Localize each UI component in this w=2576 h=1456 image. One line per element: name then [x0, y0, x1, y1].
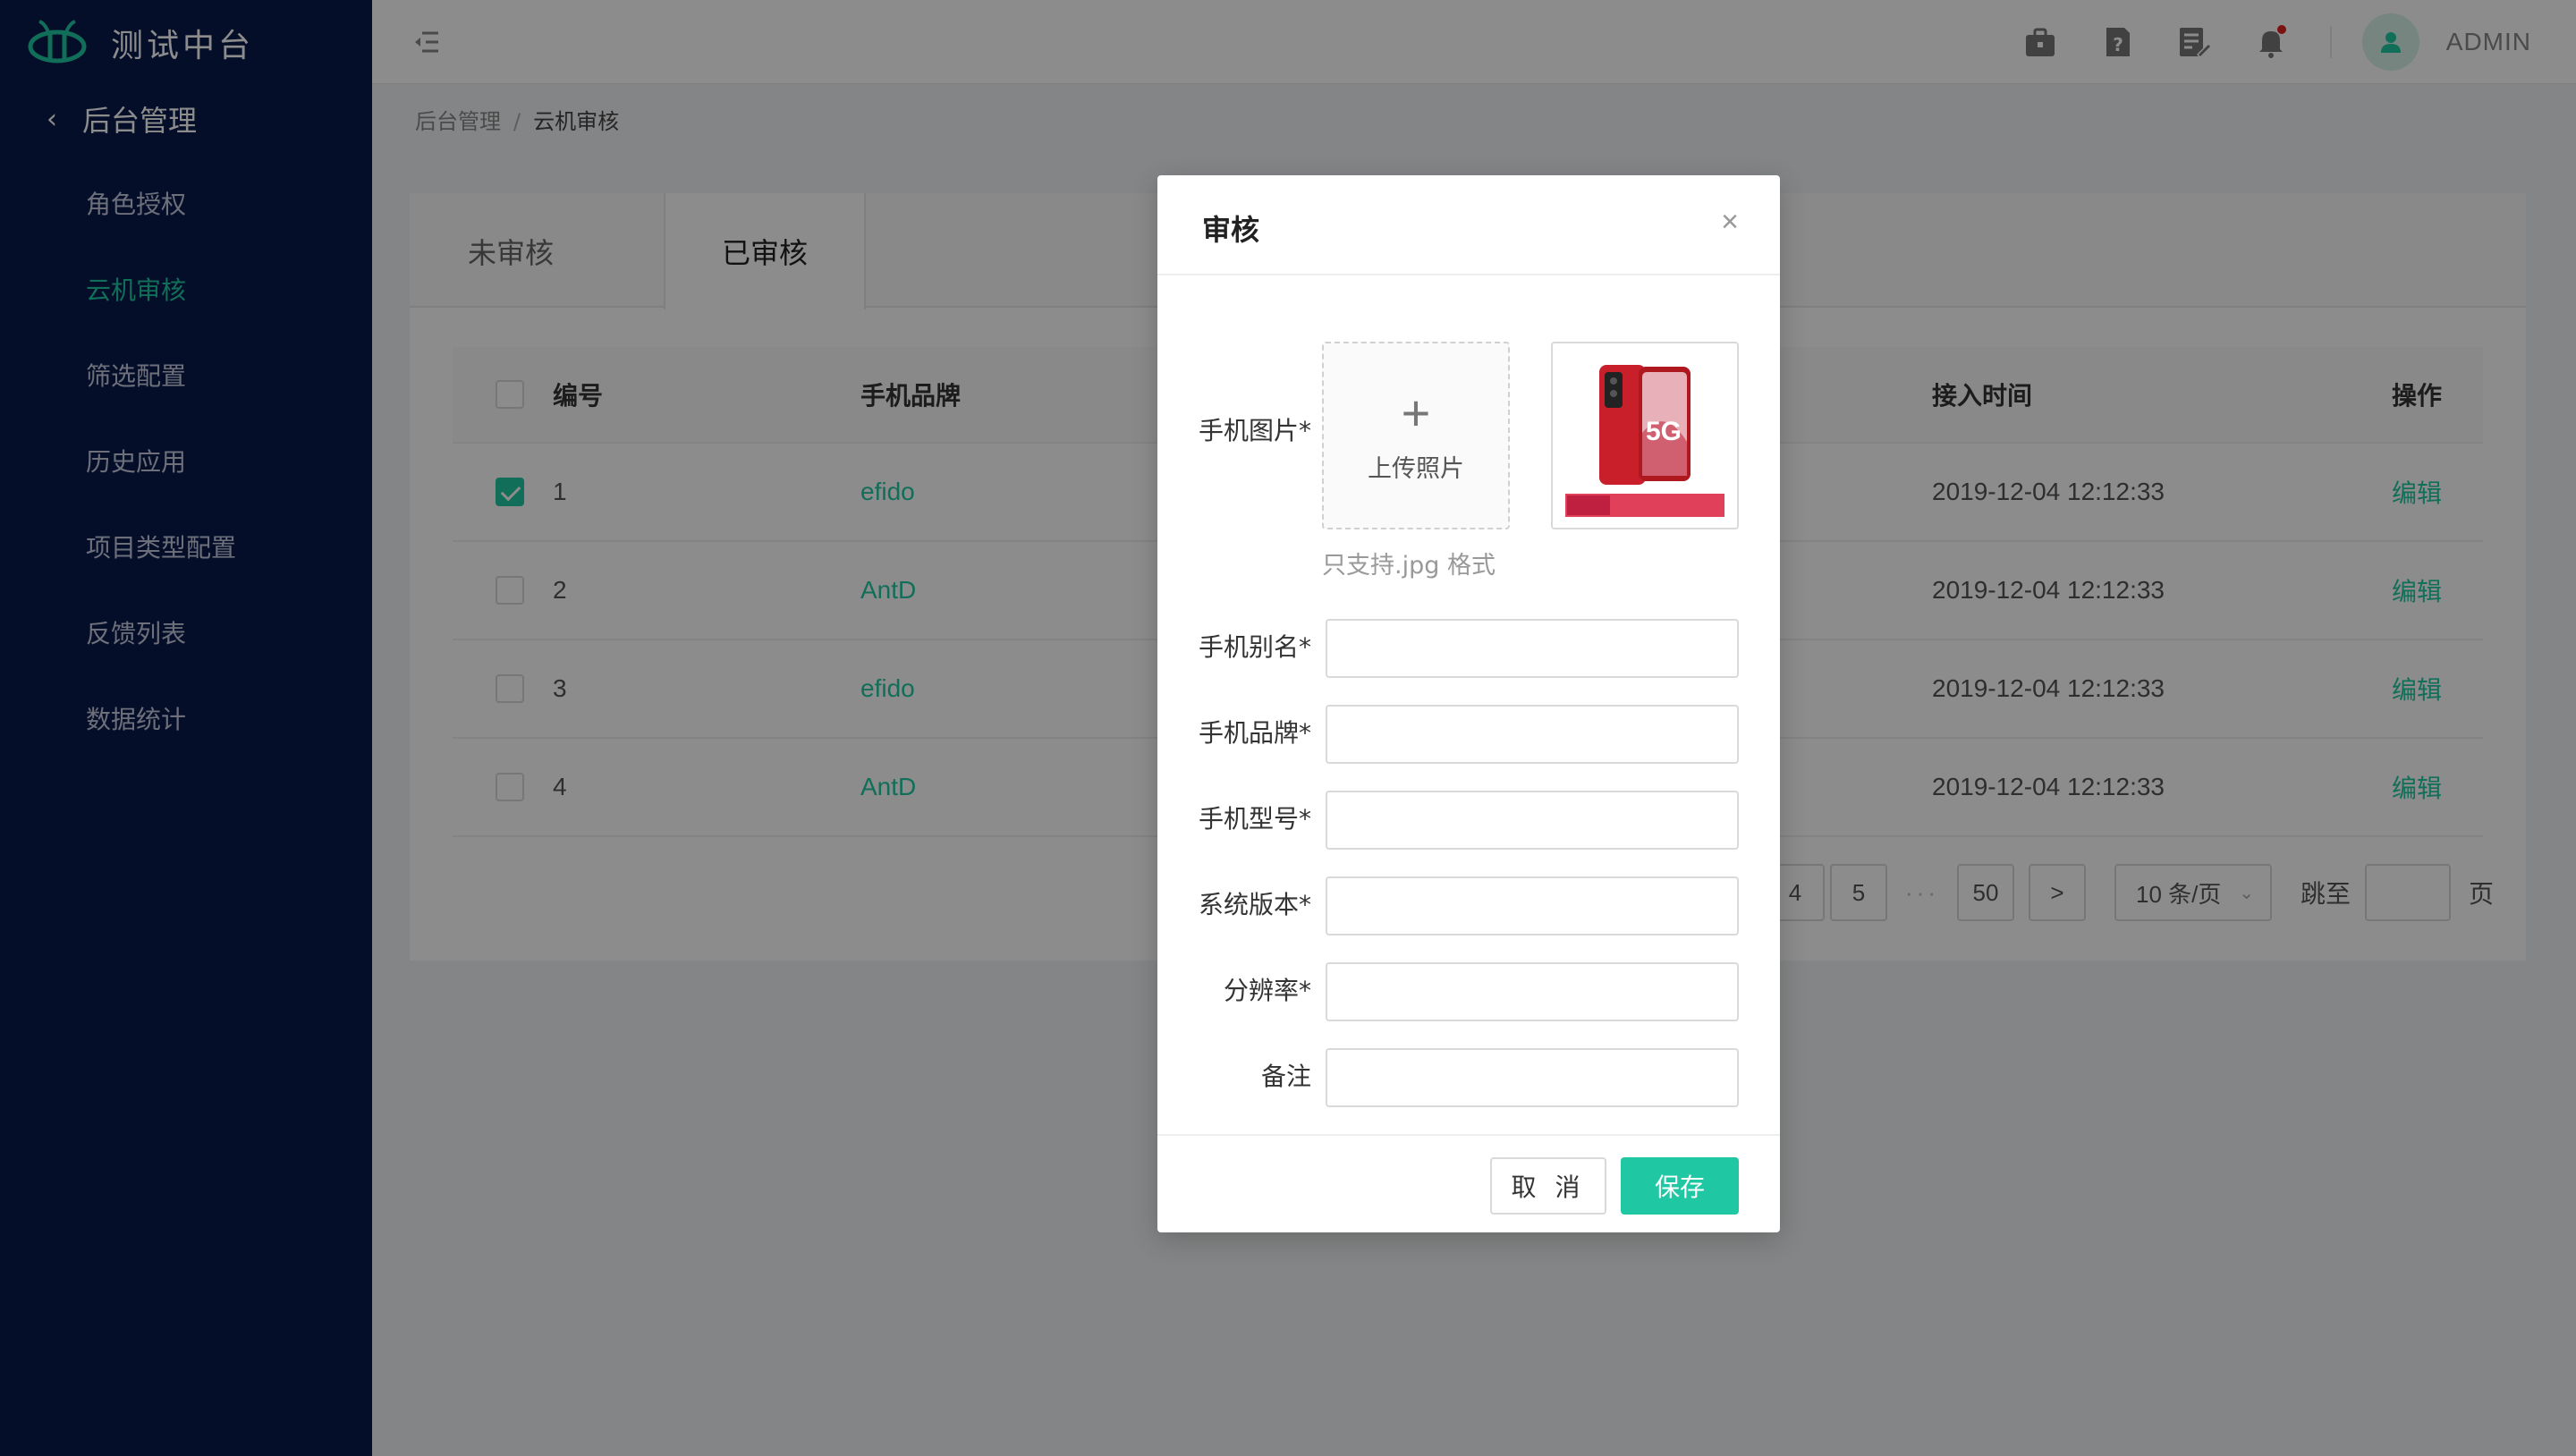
- alias-input[interactable]: [1326, 619, 1739, 678]
- alias-label: 手机别名*: [1198, 632, 1311, 662]
- upload-photo-button[interactable]: + 上传照片: [1322, 342, 1510, 529]
- resolution-input[interactable]: [1326, 962, 1739, 1021]
- upload-hint: 只支持.jpg 格式: [1322, 552, 1496, 580]
- model-label: 手机型号*: [1198, 804, 1311, 834]
- review-modal: 审核 × 手机图片* + 上传照片 5G 只支持.jpg 格式 手机别名* 手机…: [1157, 175, 1780, 1232]
- brand-label: 手机品牌*: [1198, 718, 1311, 748]
- upload-text: 上传照片: [1368, 454, 1464, 483]
- phone-photo-thumbnail[interactable]: 5G: [1551, 342, 1739, 529]
- os-version-label: 系统版本*: [1198, 890, 1311, 919]
- remark-label: 备注: [1260, 1062, 1311, 1091]
- os-version-input[interactable]: [1326, 876, 1739, 935]
- plus-icon: +: [1401, 384, 1431, 441]
- modal-footer: 取 消 保存: [1157, 1134, 1780, 1232]
- save-button[interactable]: 保存: [1621, 1157, 1739, 1215]
- phone-image: 5G: [1553, 343, 1737, 528]
- modal-header: 审核 ×: [1157, 175, 1780, 275]
- photo-label: 手机图片*: [1198, 416, 1311, 445]
- resolution-label: 分辨率*: [1223, 976, 1311, 1005]
- close-icon[interactable]: ×: [1716, 207, 1744, 237]
- cancel-button[interactable]: 取 消: [1490, 1157, 1606, 1215]
- model-input[interactable]: [1326, 791, 1739, 850]
- remark-input[interactable]: [1326, 1048, 1739, 1107]
- brand-input[interactable]: [1326, 705, 1739, 764]
- svg-text:5G: 5G: [1646, 417, 1682, 446]
- modal-title: 审核: [1202, 213, 1260, 247]
